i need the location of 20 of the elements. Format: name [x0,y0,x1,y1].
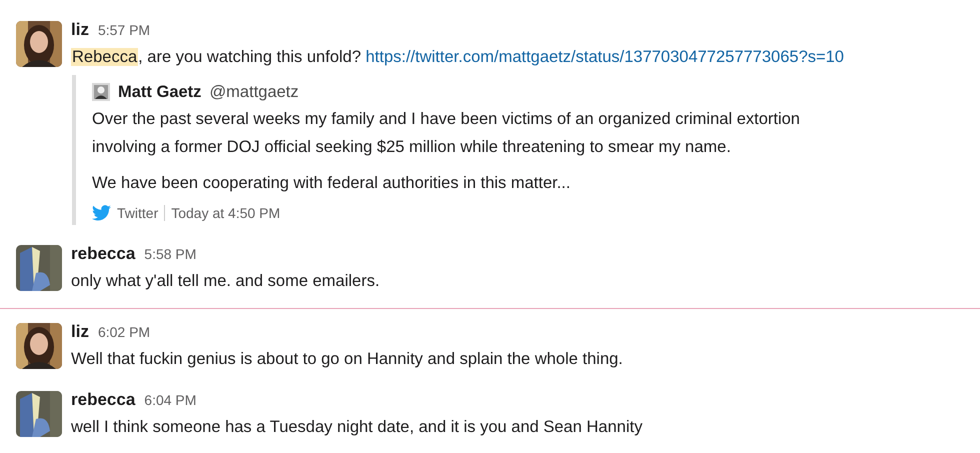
bird-icon [92,205,111,221]
author-name[interactable]: rebecca [71,244,136,264]
tweet-handle: @mattgaetz [209,82,299,102]
tweet-link[interactable]: https://twitter.com/mattgaetz/status/1377030477257773065?s=10 [366,48,844,66]
message-text: well I think someone has a Tuesday night date, and it is you and Sean Hannity [71,417,642,438]
tweet-author[interactable]: Matt Gaetz [118,82,202,102]
author-name[interactable]: liz [71,20,89,40]
message-text: Well that fuckin genius is about to go on Hannity and splain the whole thing. [71,349,623,370]
author-name[interactable]: liz [71,322,89,342]
timestamp[interactable]: 6:02 PM [98,324,150,340]
tweet-text: Over the past several weeks my family and I have been victims of an organized criminal extortion involving a former DOJ official seeking $25 million while threatening to smear my name. [92,109,801,158]
timestamp[interactable]: 5:57 PM [98,22,150,38]
timestamp[interactable]: 6:04 PM [144,392,196,408]
tweet-time: Today at 4:50 PM [171,205,280,221]
tweet-text: We have been cooperating with federal authorities in this matter... [92,173,572,194]
message-text: only what y'all tell me. and some emailers. [71,271,380,292]
timestamp[interactable]: 5:58 PM [144,246,196,262]
tweet-source: Twitter [117,205,158,221]
author-name[interactable]: rebecca [71,390,136,410]
message-text: Rebecca, are you watching this unfold? https://twitter.com/mattgaetz/status/1377030477257773065?s=10 [71,47,844,68]
